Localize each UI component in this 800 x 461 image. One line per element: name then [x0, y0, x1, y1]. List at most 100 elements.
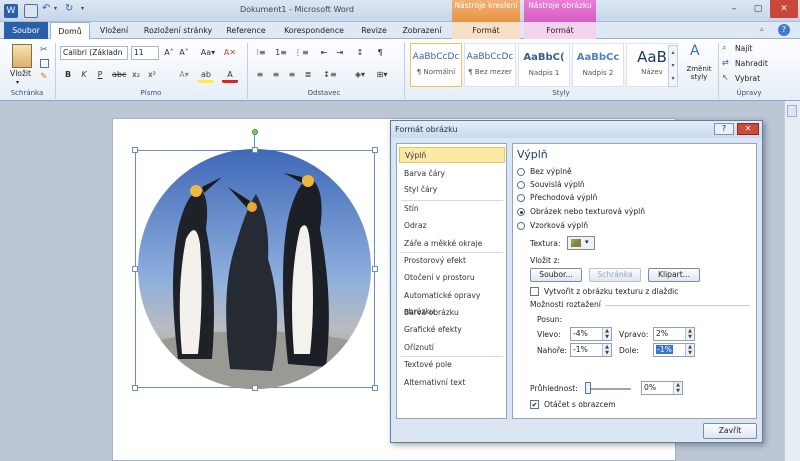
- close-window-button[interactable]: ✕: [770, 0, 798, 18]
- paste-dropdown-icon[interactable]: ▾: [16, 79, 19, 86]
- dialog-title[interactable]: Formát obrázku: [391, 121, 762, 138]
- align-center-icon[interactable]: ≡: [270, 67, 282, 83]
- nav-crop[interactable]: Oříznutí: [399, 340, 505, 356]
- radio-pattern-fill[interactable]: [517, 222, 525, 230]
- tab-home[interactable]: Domů: [50, 22, 90, 40]
- tab-drawing-format[interactable]: Formát: [452, 22, 520, 39]
- change-case-icon[interactable]: Aa▾: [199, 45, 217, 61]
- penguins-picture[interactable]: [138, 149, 371, 389]
- decrease-indent-icon[interactable]: ⇤: [318, 45, 330, 61]
- dialog-help-button[interactable]: ?: [714, 123, 734, 135]
- maximize-button[interactable]: ▢: [746, 0, 770, 18]
- resize-handle[interactable]: [372, 147, 378, 153]
- left-offset-input[interactable]: -4% ▲ ▼: [570, 327, 612, 341]
- italic-icon[interactable]: K: [78, 67, 90, 83]
- bold-icon[interactable]: B: [62, 67, 74, 83]
- style-heading-1[interactable]: AaBbC( Nadpis 1: [518, 43, 570, 87]
- transparency-input[interactable]: 0% ▲ ▼: [641, 381, 683, 395]
- styles-gallery-scroll[interactable]: ▴ ▾ ▾: [668, 45, 678, 87]
- underline-icon[interactable]: P: [94, 67, 106, 83]
- undo-icon[interactable]: ↶: [42, 3, 50, 14]
- show-marks-icon[interactable]: ¶: [374, 45, 386, 61]
- change-styles-button[interactable]: Změnit styly: [684, 65, 714, 81]
- nav-picture-corrections[interactable]: Automatické opravy obrázku: [399, 288, 505, 316]
- strikethrough-icon[interactable]: abc: [112, 67, 126, 83]
- replace-button[interactable]: Nahradit: [735, 59, 768, 68]
- clipart-button[interactable]: Klipart...: [648, 268, 700, 282]
- shading-icon[interactable]: ◈▾: [352, 67, 368, 83]
- texture-picker[interactable]: ▾: [567, 236, 595, 250]
- borders-icon[interactable]: ⊞▾: [374, 67, 390, 83]
- paste-button[interactable]: Vložit: [10, 69, 31, 78]
- radio-gradient-fill[interactable]: [517, 194, 525, 202]
- spin-arrows[interactable]: ▲ ▼: [602, 328, 611, 340]
- select-button[interactable]: Vybrat: [735, 74, 760, 83]
- multilevel-list-icon[interactable]: ⋮≡: [294, 45, 309, 61]
- spin-arrows[interactable]: ▲ ▼: [685, 344, 694, 356]
- resize-handle[interactable]: [372, 266, 378, 272]
- shrink-font-icon[interactable]: A˅: [178, 45, 190, 61]
- align-right-icon[interactable]: ≡: [286, 67, 298, 83]
- text-effects-icon[interactable]: A▾: [176, 67, 192, 83]
- minimize-ribbon-icon[interactable]: ▵: [760, 25, 764, 33]
- nav-3d-rotation[interactable]: Otočení v prostoru: [399, 270, 505, 286]
- increase-indent-icon[interactable]: ⇥: [334, 45, 346, 61]
- scroll-thumb[interactable]: [787, 105, 797, 117]
- spin-arrows[interactable]: ▲ ▼: [602, 344, 611, 356]
- radio-picture-fill[interactable]: [517, 208, 525, 216]
- radio-no-fill[interactable]: [517, 168, 525, 176]
- save-icon[interactable]: [24, 4, 38, 18]
- clipboard-button[interactable]: Schránka: [589, 268, 641, 282]
- rotate-with-shape-checkbox[interactable]: ✔: [530, 400, 539, 409]
- superscript-icon[interactable]: x²: [146, 67, 158, 83]
- clear-formatting-icon[interactable]: A✕: [223, 45, 237, 61]
- nav-picture-color[interactable]: Barva obrázku: [399, 305, 505, 321]
- resize-handle[interactable]: [132, 266, 138, 272]
- nav-fill[interactable]: Výplň: [399, 147, 505, 163]
- spin-arrows[interactable]: ▲ ▼: [673, 382, 682, 394]
- tab-review[interactable]: Revize: [356, 22, 392, 39]
- tile-checkbox[interactable]: [530, 287, 539, 296]
- style-heading-2[interactable]: AaBbCc Nadpis 2: [572, 43, 624, 87]
- redo-icon[interactable]: ↻: [65, 3, 73, 14]
- format-painter-icon[interactable]: ✎: [40, 72, 48, 82]
- file-button[interactable]: Soubor...: [530, 268, 582, 282]
- resize-handle[interactable]: [252, 385, 258, 391]
- style-no-spacing[interactable]: AaBbCcDc ¶ Bez mezer: [464, 43, 516, 87]
- highlight-icon[interactable]: ab: [198, 67, 214, 83]
- nav-shadow[interactable]: Stín: [399, 201, 505, 217]
- help-icon[interactable]: ?: [778, 24, 790, 36]
- nav-glow[interactable]: Záře a měkké okraje: [399, 236, 505, 252]
- tab-page-layout[interactable]: Rozložení stránky: [140, 22, 216, 39]
- tab-view[interactable]: Zobrazení: [396, 22, 448, 39]
- right-offset-input[interactable]: 2% ▲ ▼: [653, 327, 695, 341]
- nav-text-box[interactable]: Textové pole: [399, 357, 505, 373]
- font-size-combo[interactable]: 11: [131, 46, 159, 60]
- nav-line-style[interactable]: Styl čáry: [399, 182, 505, 198]
- font-color-icon[interactable]: A: [222, 67, 238, 83]
- style-normal[interactable]: AaBbCcDc ¶ Normální: [410, 43, 462, 87]
- resize-handle[interactable]: [372, 385, 378, 391]
- grow-font-icon[interactable]: A˄: [163, 45, 175, 61]
- find-icon[interactable]: ⌕: [722, 43, 726, 53]
- bullets-icon[interactable]: ⁝≡: [254, 45, 268, 61]
- select-icon[interactable]: ↖: [722, 73, 729, 82]
- resize-handle[interactable]: [132, 385, 138, 391]
- cut-icon[interactable]: ✂: [40, 45, 48, 55]
- dialog-close-button[interactable]: ✕: [737, 123, 759, 135]
- radio-solid-fill[interactable]: [517, 181, 525, 189]
- vertical-scrollbar[interactable]: [784, 101, 800, 461]
- align-left-icon[interactable]: ≡: [254, 67, 266, 83]
- resize-handle[interactable]: [132, 147, 138, 153]
- replace-icon[interactable]: ⇄: [722, 58, 729, 67]
- numbering-icon[interactable]: 1≡: [274, 45, 288, 61]
- tab-mailings[interactable]: Korespondence: [276, 22, 352, 39]
- word-app-icon[interactable]: W: [4, 4, 18, 18]
- tab-references[interactable]: Reference: [220, 22, 272, 39]
- transparency-slider-thumb[interactable]: [585, 382, 591, 394]
- copy-icon[interactable]: [40, 59, 49, 68]
- nav-alt-text[interactable]: Alternativní text: [399, 375, 505, 391]
- change-styles-icon[interactable]: A: [690, 43, 700, 59]
- chevron-down-icon[interactable]: ▾: [54, 5, 57, 12]
- subscript-icon[interactable]: x₂: [130, 67, 142, 83]
